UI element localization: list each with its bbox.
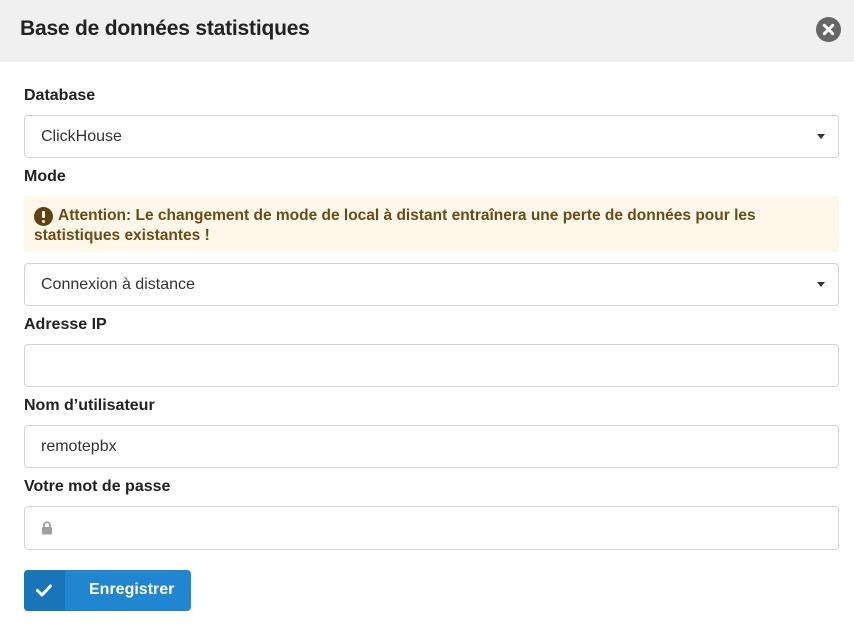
database-selected-value: ClickHouse [41, 128, 122, 145]
dialog-header: Base de données statistiques [0, 0, 854, 62]
password-label: Votre mot de passe [24, 478, 171, 495]
password-input[interactable] [24, 506, 839, 550]
username-input[interactable]: remotepbx [24, 425, 839, 468]
save-button-icon-box [24, 570, 65, 611]
database-label: Database [24, 87, 96, 104]
dialog-title: Base de données statistiques [20, 17, 310, 40]
database-select[interactable]: ClickHouse [24, 115, 839, 158]
close-button[interactable] [816, 17, 841, 42]
mode-warning-message: Attention: Le changement de mode de loca… [24, 196, 839, 252]
mode-label: Mode [24, 168, 66, 185]
save-button-label: Enregistrer [89, 581, 175, 598]
save-button[interactable]: Enregistrer [24, 570, 191, 611]
checkmark-icon [36, 584, 52, 597]
mode-selected-value: Connexion à distance [41, 276, 195, 293]
chevron-down-icon [817, 134, 825, 139]
close-icon [822, 23, 835, 36]
chevron-down-icon [817, 282, 825, 287]
mode-warning-text: Attention: Le changement de mode de loca… [34, 207, 756, 244]
username-value: remotepbx [41, 438, 117, 455]
username-label: Nom d’utilisateur [24, 397, 155, 414]
mode-select[interactable]: Connexion à distance [24, 263, 839, 306]
lock-icon [42, 521, 52, 535]
ip-address-label: Adresse IP [24, 316, 107, 333]
ip-address-input[interactable] [24, 344, 839, 387]
stats-database-dialog: Base de données statistiques Database Cl… [0, 0, 854, 642]
